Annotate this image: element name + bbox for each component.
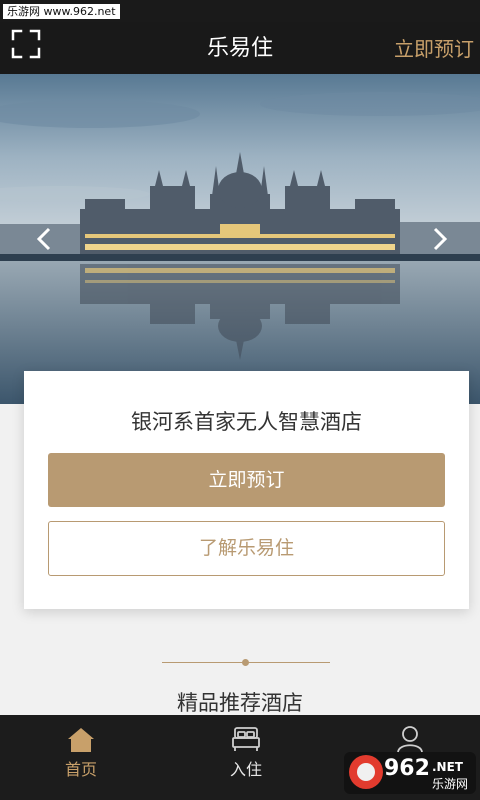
divider-dot <box>242 659 249 666</box>
home-icon <box>68 728 94 752</box>
svg-text:.NET: .NET <box>432 760 464 774</box>
chevron-right-icon[interactable] <box>426 226 452 252</box>
app-header: 乐易住 立即预订 <box>0 22 480 74</box>
bed-icon <box>232 727 260 751</box>
site-logo: 962 .NET 乐游网 <box>344 752 476 794</box>
tab-checkin-label: 入住 <box>229 760 262 779</box>
book-now-button[interactable]: 立即预订 <box>48 453 445 507</box>
status-bar: 乐游网 www.962.net <box>0 0 480 22</box>
book-now-link[interactable]: 立即预订 <box>394 36 474 62</box>
chevron-left-icon[interactable] <box>32 226 58 252</box>
banner-carousel[interactable] <box>0 74 480 404</box>
tab-home[interactable]: 首页 <box>21 715 141 800</box>
learn-more-button[interactable]: 了解乐易住 <box>48 521 445 576</box>
svg-text:962: 962 <box>384 756 430 781</box>
card-title: 银河系首家无人智慧酒店 <box>131 410 362 434</box>
tab-home-label: 首页 <box>64 760 97 779</box>
svg-text:乐游网: 乐游网 <box>432 777 468 791</box>
parliament-building-photo <box>0 74 480 404</box>
tab-checkin[interactable]: 入住 <box>186 715 306 800</box>
section-title: 精品推荐酒店 <box>177 691 303 715</box>
watermark-text: 乐游网 www.962.net <box>3 4 120 19</box>
promo-card: 银河系首家无人智慧酒店 立即预订 了解乐易住 <box>24 371 469 609</box>
